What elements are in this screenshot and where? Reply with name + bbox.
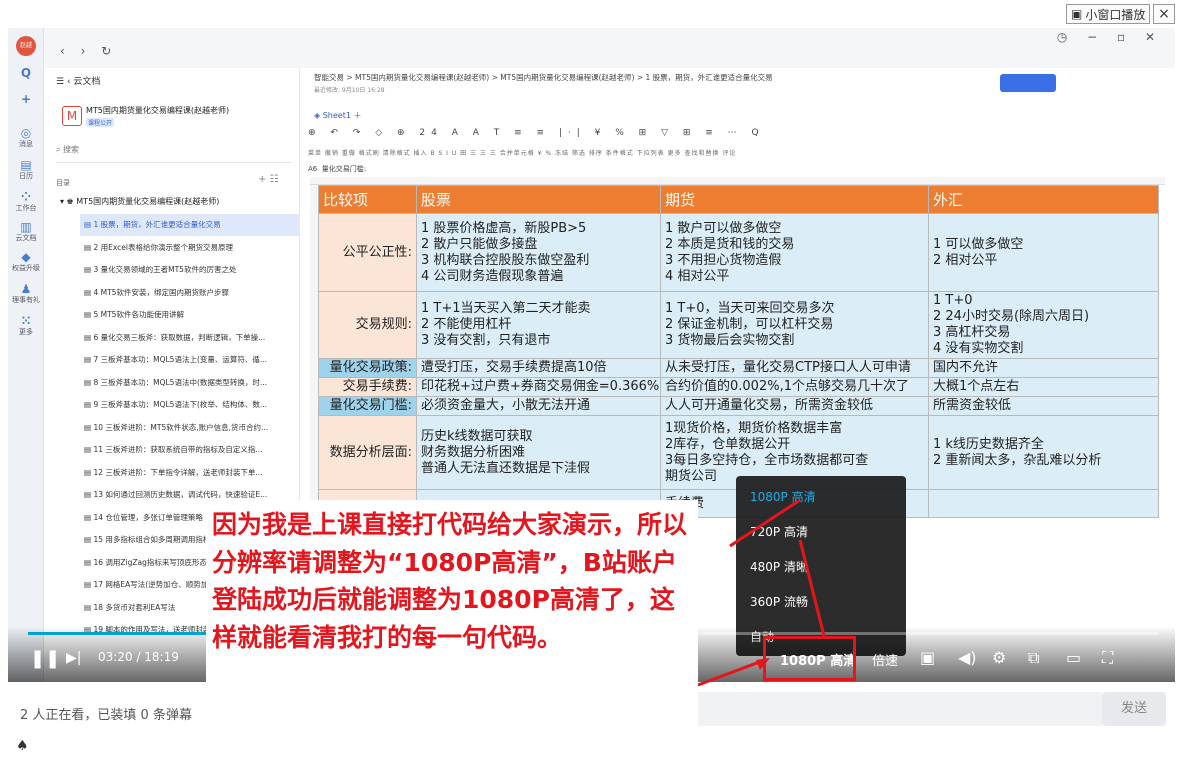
table-header-cell[interactable]: 期货 <box>660 185 929 214</box>
table-cell[interactable]: 国内不允许 <box>928 358 1159 378</box>
layers-icon: ◈ <box>314 111 321 120</box>
send-button[interactable]: 发送 <box>1102 692 1166 726</box>
table-cell[interactable]: 大概1个点左右 <box>928 377 1159 397</box>
table-cell[interactable]: 1 散户可以做多做空 2 本质是货和钱的交易 3 不用担心货物造假 4 相对公平 <box>660 213 929 292</box>
table-cell[interactable]: 1 T+1当天买入第二天才能卖 2 不能使用杠杆 3 没有交割，只有退市 <box>416 291 661 359</box>
window-controls[interactable]: ◷ − ▫ ✕ <box>1057 30 1163 44</box>
add-icon[interactable]: + <box>12 92 40 106</box>
share-button[interactable] <box>1000 74 1056 92</box>
table-cell[interactable]: 1 股票价格虚高，新股PB>5 2 散户只能做多接盘 3 机构联合控股股东做空盈利 4… <box>416 213 661 292</box>
toc-item[interactable]: ▤ 12 三板斧进阶：下单指令详解，送老师封装下单... <box>80 462 302 484</box>
toc-item[interactable]: ▤ 10 三板斧进阶：MT5软件状态,账户信息,货币合约... <box>80 417 302 439</box>
danmaku-input[interactable] <box>698 692 1102 726</box>
table-cell[interactable]: 遭受打压，交易手续费提高10倍 <box>416 358 661 378</box>
table-cell[interactable]: 1 T+0 2 24小时交易(除周六周日) 3 高杠杆交易 4 没有实物交割 <box>928 291 1159 359</box>
calendar-icon[interactable]: ▤ 日历 <box>12 158 40 181</box>
gift-icon[interactable]: ♟ 理事有礼 <box>12 282 40 305</box>
search-icon: ⌕ <box>56 145 61 154</box>
sidebar-header: ☰ ‹ 云文档 <box>56 77 101 87</box>
table-cell[interactable]: 必须资金量大，小散无法开通 <box>416 396 661 416</box>
table-header-cell[interactable]: 比较项 <box>318 185 417 214</box>
upgrade-icon[interactable]: ◆ 权益升级 <box>12 250 40 273</box>
next-icon[interactable]: ▶| <box>66 650 81 666</box>
viewer-count: 2 人正在看，已装填 0 条弹幕 <box>20 708 192 723</box>
table-cell[interactable]: 1 k线历史数据齐全 2 重新闻太多，杂乱难以分析 <box>928 415 1159 490</box>
pause-icon[interactable]: ❚❚ <box>30 648 60 669</box>
toc-item[interactable]: ▤ 9 三板斧基本功：MQL5语法下(枚举、结构体、数... <box>80 394 302 416</box>
table-cell[interactable]: 历史k线数据可获取 财务数据分析困难 普通人无法直还数据是下洼假 <box>416 415 661 490</box>
table-row: 交易手续费: 印花税+过户费+券商交易佣金=0.366% 合约价值的0.002%,1… <box>318 377 1159 397</box>
top-strip: ▣ 小窗口播放 × <box>0 0 1183 28</box>
sidebar-search[interactable]: ⌕ 搜索 <box>56 144 79 155</box>
modified-time: 最近修改: 9月10日 16:28 <box>314 87 385 94</box>
arrow-annotations <box>690 500 826 690</box>
toc-item[interactable]: ▤ 8 三板斧基本功：MQL5语法中(数据类型转换，时... <box>80 372 302 394</box>
speed-button[interactable]: 倍速 <box>872 650 898 669</box>
fullscreen-icon[interactable]: ⛶ <box>1102 648 1113 668</box>
table-cell[interactable]: 人人可开通量化交易，所需资金较低 <box>660 396 929 416</box>
table-cell[interactable]: 量化交易门槛: <box>318 396 417 416</box>
table-cell[interactable]: 从未受打压，量化交易CTP接口人人可申请 <box>660 358 929 378</box>
window-titlebar: ‹ › ↻ ◷ − ▫ ✕ <box>44 28 1175 68</box>
table-row: 量化交易门槛: 必须资金量大，小散无法开通 人人可开通量化交易，所需资金较低 所需资金… <box>318 396 1159 416</box>
pip-icon[interactable]: ⧉ <box>1028 648 1039 668</box>
project-icon: M <box>62 106 82 126</box>
formula-bar[interactable]: A6 量化交易门槛: <box>308 164 366 174</box>
comment-bar: 2 人正在看，已装填 0 条弹幕 发送 <box>8 686 1175 736</box>
table-header-cell[interactable]: 股票 <box>416 185 661 214</box>
table-row: 公平公正性: 1 股票价格虚高，新股PB>5 2 散户只能做多接盘 3 机构联合控股股… <box>318 213 1159 292</box>
search-icon[interactable]: Q <box>12 66 40 80</box>
project-card[interactable]: M MT5国内期货量化交易编程课(赵越老师) 课程公开 <box>56 104 292 132</box>
table-row: 量化交易政策: 遭受打压，交易手续费提高10倍 从未受打压，量化交易CTP接口人人可… <box>318 358 1159 378</box>
mini-window-icon: ▣ <box>1071 7 1083 21</box>
table-cell[interactable]: 数据分析层面: <box>318 415 417 490</box>
time-display: 03:20 / 18:19 <box>98 650 179 664</box>
toc-item[interactable]: ▤ 5 MT5软件各功能使用讲解 <box>80 304 302 326</box>
menu-icon: ☰ <box>56 77 65 87</box>
message-icon[interactable]: ◎ 消息 <box>12 126 40 149</box>
table-cell[interactable] <box>928 489 1159 518</box>
tab-sheet1[interactable]: ◈ Sheet1 ＋ <box>314 110 361 121</box>
close-button[interactable]: × <box>1153 4 1175 24</box>
toc-root[interactable]: ▾ ♚ MT5国内期货量化交易编程课(赵越老师) <box>60 196 219 207</box>
table-cell[interactable]: 1 T+0，当天可来回交易多次 2 保证金机制，可以杠杆交易 3 货物最后会实物交割 <box>660 291 929 359</box>
volume-icon[interactable]: ◀) <box>958 648 977 667</box>
nav-arrows[interactable]: ‹ › ↻ <box>60 44 117 58</box>
like-icon[interactable]: ♠ <box>16 738 29 754</box>
breadcrumb[interactable]: 智能交易 > MT5国内期货量化交易编程课(赵越老师) > MT5国内期货量化交… <box>314 72 773 83</box>
more-icon[interactable]: ⁙ 更多 <box>12 314 40 337</box>
comparison-table[interactable]: 比较项 股票 期货 外汇 公平公正性: 1 股票价格虚高，新股PB>5 2 散户只能做多接盘… <box>318 185 1159 518</box>
toc-item[interactable]: ▤ 11 三板斧进阶：获取系统自带的指标及自定义指... <box>80 439 302 461</box>
avatar[interactable]: 赵越 <box>12 36 40 56</box>
toc-item[interactable]: ▤ 7 三板斧基本功：MQL5语法上(变量、运算符、循... <box>80 349 302 371</box>
workbench-icon[interactable]: ⁘ 工作台 <box>12 190 40 213</box>
toc-item[interactable]: ▤ 1 股票，期货，外汇谁更适合量化交易 <box>80 214 302 236</box>
table-cell[interactable]: 印花税+过户费+券商交易佣金=0.366% <box>416 377 661 397</box>
table-cell[interactable]: 量化交易政策: <box>318 358 417 378</box>
table-cell[interactable]: 1 可以做多做空 2 相对公平 <box>928 213 1159 292</box>
settings-icon[interactable]: ⚙ <box>992 648 1006 667</box>
toc-item[interactable]: ▤ 6 量化交易三板斧：获取数据，判断逻辑，下单操... <box>80 327 302 349</box>
danmaku-icon[interactable]: ▣ <box>920 648 935 667</box>
table-row: 交易规则: 1 T+1当天买入第二天才能卖 2 不能使用杠杆 3 没有交割，只有退市 1… <box>318 291 1159 359</box>
toc-label: 目录 <box>56 179 70 187</box>
table-cell[interactable]: 所需资金较低 <box>928 396 1159 416</box>
mini-window-button[interactable]: ▣ 小窗口播放 <box>1066 4 1151 24</box>
table-cell[interactable]: 交易手续费: <box>318 377 417 397</box>
column-header <box>310 177 1165 185</box>
toc-item[interactable]: ▤ 4 MT5软件安装，绑定国内期货账户步骤 <box>80 282 302 304</box>
toc-actions[interactable]: + ☷ <box>258 174 279 185</box>
toc-item[interactable]: ▤ 2 用Excel表格给你演示整个期货交易原理 <box>80 237 302 259</box>
table-header-cell[interactable]: 外汇 <box>928 185 1159 214</box>
table-cell[interactable]: 合约价值的0.002%,1个点够交易几十次了 <box>660 377 929 397</box>
table-cell[interactable]: 交易规则: <box>318 291 417 359</box>
toolbar-labels: 菜单 撤销 重做 格式刷 清除格式 插入 B S I U 田 三 三 三 合并单… <box>308 150 737 157</box>
cloud-doc-icon[interactable]: ▥ 云文档 <box>12 220 40 243</box>
toc-item[interactable]: ▤ 3 量化交易领域的王者MT5软件的厉害之处 <box>80 259 302 281</box>
feishu-app-bar: 赵越 Q + ◎ 消息 ▤ 日历 ⁘ 工作台 ▥ 云文档 ◆ 权益升级 ♟ 理事有礼 ⁙ 更多 <box>8 28 44 682</box>
widescreen-icon[interactable]: ▭ <box>1066 648 1081 667</box>
table-cell[interactable]: 公平公正性: <box>318 213 417 292</box>
